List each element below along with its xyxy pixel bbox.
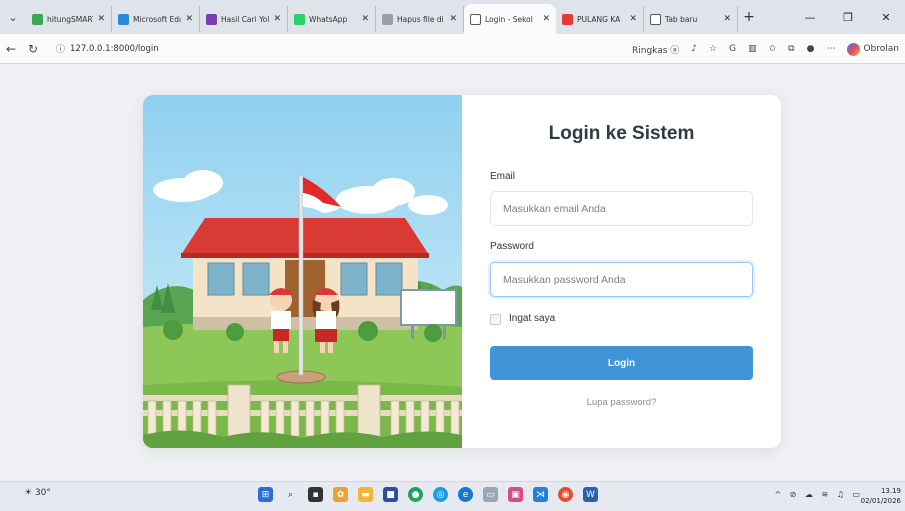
browser-tab[interactable]: Hapus file di ✕ <box>376 6 464 32</box>
chrome-icon[interactable]: ◉ <box>558 487 573 502</box>
tab-label: hitungSMART <box>47 14 94 24</box>
tab-close-icon[interactable]: ✕ <box>629 14 637 24</box>
tab-close-icon[interactable]: ✕ <box>185 14 193 24</box>
restore-icon[interactable]: ❐ <box>829 11 867 24</box>
tab-close-icon[interactable]: ✕ <box>273 14 281 24</box>
login-title: Login ke Sistem <box>548 123 695 144</box>
browser-tab[interactable]: Login - Sekol ✕ <box>464 4 556 34</box>
browser-tab[interactable]: PULANG KA ✕ <box>556 6 644 32</box>
tab-label: Hapus file di <box>397 14 444 24</box>
collections-icon[interactable]: ⧉ <box>788 44 794 54</box>
tab-close-icon[interactable]: ✕ <box>97 14 105 24</box>
remember-me-label[interactable]: Ingat saya <box>509 313 555 324</box>
windows-taskbar: ☀ 30° ⊞ ⌕ ▪ ✿ ▬ ■ ● ◎ e ▭ ▣ ⋊ ◉ W ^ ⊘ ☁ … <box>0 481 905 511</box>
tab-label: Tab baru <box>665 14 698 24</box>
more-menu-icon[interactable]: ⋯ <box>826 44 835 54</box>
weather-widget[interactable]: ☀ 30° <box>24 488 51 498</box>
store-icon[interactable]: ■ <box>383 487 398 502</box>
tab-label: WhatsApp <box>309 14 348 24</box>
tab-label: PULANG KA <box>577 14 621 24</box>
tab-favicon-icon <box>650 13 661 25</box>
ringkas-button[interactable]: Ringkas ⓐ <box>632 43 679 56</box>
obrolan-label: Obrolan <box>863 44 899 54</box>
tab-close-icon[interactable]: ✕ <box>723 14 731 24</box>
taskbar-apps: ⊞ ⌕ ▪ ✿ ▬ ■ ● ◎ e ▭ ▣ ⋊ ◉ W <box>253 487 603 502</box>
browser-tab[interactable]: Hasil Cari Yol ✕ <box>200 6 288 32</box>
tab-favicon-icon <box>118 13 129 25</box>
copilot-icon <box>847 42 861 56</box>
favorites-icon[interactable]: ✩ <box>769 44 777 54</box>
page-body: Login ke Sistem Email Password Ingat say… <box>0 65 905 481</box>
tab-close-icon[interactable]: ✕ <box>361 14 369 24</box>
clock-date: 02/01/2026 <box>860 497 901 505</box>
system-tray[interactable]: ^ ⊘ ☁ ≋ ♫ ▭ <box>774 490 863 499</box>
address-toolbar: ← ↻ ⓘ 127.0.0.1:8000/login Ringkas ⓐ ♪ ☆… <box>0 34 905 64</box>
tab-label: Microsoft Edu <box>133 14 182 24</box>
weather-temp: 30° <box>34 488 51 498</box>
tab-close-icon[interactable]: ✕ <box>449 14 457 24</box>
address-bar[interactable]: ⓘ 127.0.0.1:8000/login <box>50 38 650 60</box>
toolbar-right: Ringkas ⓐ ♪ ☆ G ▥ ✩ ⧉ ● ⋯ Obrolan <box>626 34 905 64</box>
tab-favicon-icon <box>382 13 393 25</box>
new-tab-button[interactable]: + <box>738 9 760 25</box>
school-illustration <box>143 95 462 448</box>
email-label: Email <box>490 171 516 182</box>
login-button[interactable]: Login <box>490 346 753 380</box>
taskbar-clock[interactable]: 13.19 02/01/2026 <box>861 486 901 506</box>
tab-favicon-icon <box>470 13 481 25</box>
edge-icon[interactable]: e <box>458 487 473 502</box>
split-screen-icon[interactable]: ▥ <box>748 44 757 54</box>
vscode-icon[interactable]: ⋊ <box>533 487 548 502</box>
tab-favicon-icon <box>294 13 305 25</box>
password-input[interactable] <box>490 262 753 297</box>
site-info-icon[interactable]: ⓘ <box>56 42 65 55</box>
weather-sun-icon: ☀ <box>24 488 33 498</box>
tab-favicon-icon <box>562 13 573 25</box>
favorite-star-icon[interactable]: ☆ <box>709 44 717 54</box>
tab-favicon-icon <box>206 13 217 25</box>
tab-close-icon[interactable]: ✕ <box>542 14 550 24</box>
tab-actions-chevron-icon[interactable]: ⌄ <box>0 0 26 34</box>
tab-label: Hasil Cari Yol <box>221 14 270 24</box>
notice-board <box>400 289 457 326</box>
flag-pole <box>298 174 304 376</box>
back-arrow-icon[interactable]: ← <box>0 42 22 56</box>
tab-favicon-icon <box>32 13 43 25</box>
login-card: Login ke Sistem Email Password Ingat say… <box>143 95 781 448</box>
email-input[interactable] <box>490 191 753 226</box>
tab-strip: ⌄ hitungSMART ✕ Microsoft Edu ✕ Hasil Cari Y… <box>0 0 905 34</box>
url-text: 127.0.0.1:8000/login <box>70 43 159 54</box>
extension-g-icon[interactable]: G <box>729 44 736 54</box>
notepad-icon[interactable]: ▭ <box>483 487 498 502</box>
search-icon[interactable]: ⌕ <box>283 487 298 502</box>
window-controls: — ❐ ✕ <box>791 0 905 34</box>
refresh-icon[interactable]: ↻ <box>22 42 44 56</box>
profile-icon[interactable]: ● <box>807 44 815 54</box>
remember-me-checkbox[interactable] <box>490 314 501 325</box>
photos-icon[interactable]: ▣ <box>508 487 523 502</box>
clock-time: 13.19 <box>880 487 901 495</box>
spotify-icon[interactable]: ● <box>408 487 423 502</box>
browser-tab[interactable]: WhatsApp ✕ <box>288 6 376 32</box>
start-icon[interactable]: ⊞ <box>258 487 273 502</box>
file-explorer-icon[interactable]: ▬ <box>358 487 373 502</box>
close-window-icon[interactable]: ✕ <box>867 11 905 24</box>
ringkas-label: Ringkas <box>631 45 668 56</box>
edge-active-icon[interactable]: ◎ <box>433 487 448 502</box>
tab-list: hitungSMART ✕ Microsoft Edu ✕ Hasil Cari Yol… <box>26 0 738 34</box>
browser-tab[interactable]: Microsoft Edu ✕ <box>112 6 200 32</box>
school-roof <box>181 218 429 255</box>
password-label: Password <box>490 241 534 252</box>
browser-tab[interactable]: Tab baru ✕ <box>644 6 738 32</box>
minimize-icon[interactable]: — <box>791 11 829 24</box>
task-view-icon[interactable]: ▪ <box>308 487 323 502</box>
read-aloud-icon[interactable]: ♪ <box>691 44 697 54</box>
copilot-button[interactable]: Obrolan <box>847 42 899 56</box>
tab-label: Login - Sekol <box>485 14 533 24</box>
browser-tab[interactable]: hitungSMART ✕ <box>26 6 112 32</box>
widgets-icon[interactable]: ✿ <box>333 487 348 502</box>
forgot-password-link[interactable]: Lupa password? <box>490 397 753 408</box>
word-icon[interactable]: W <box>583 487 598 502</box>
